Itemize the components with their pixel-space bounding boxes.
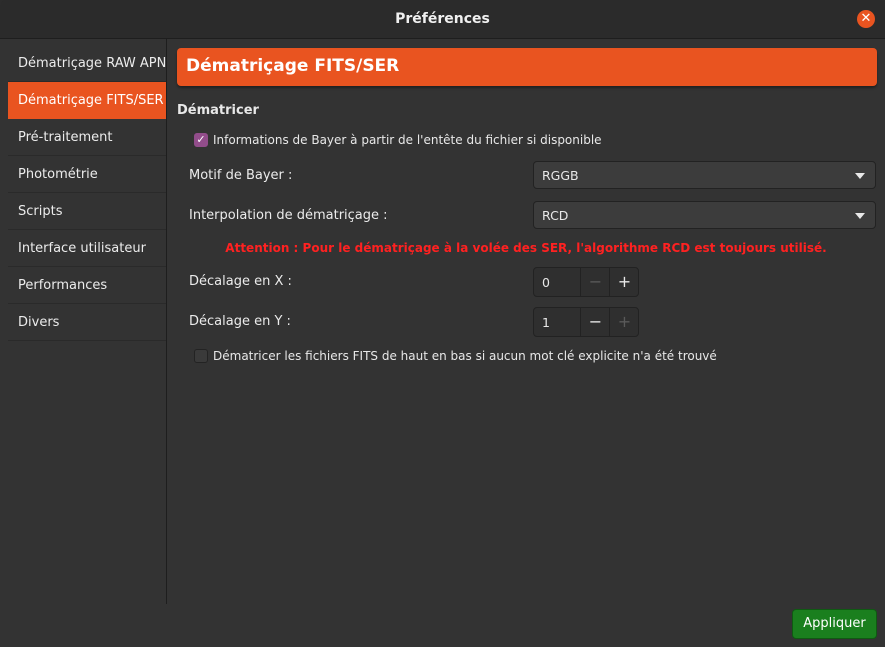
bayer-pattern-value: RGGB <box>542 168 579 183</box>
sidebar-item-fits-ser-demosaicing[interactable]: Dématriçage FITS/SER <box>8 82 166 119</box>
sidebar-item-misc[interactable]: Divers <box>8 304 166 341</box>
sidebar-item-scripts[interactable]: Scripts <box>8 193 166 230</box>
title-bar[interactable]: Préférences ✕ <box>0 0 885 39</box>
sidebar-item-raw-demosaicing[interactable]: Dématriçage RAW APN <box>8 45 166 82</box>
bayer-pattern-label: Motif de Bayer : <box>189 168 293 183</box>
offset-y-spinner[interactable]: 1 − + <box>533 307 639 337</box>
offset-y-label: Décalage en Y : <box>189 314 291 329</box>
bayer-header-checkbox[interactable]: ✓ <box>194 133 208 147</box>
sidebar-item-preprocessing[interactable]: Pré-traitement <box>8 119 166 156</box>
chevron-down-icon <box>855 173 865 179</box>
offset-x-value[interactable]: 0 <box>542 275 550 290</box>
increment-button[interactable]: + <box>609 268 639 296</box>
preferences-window: Préférences ✕ Dématriçage RAW APN Dématr… <box>0 0 885 647</box>
increment-button[interactable]: + <box>609 308 639 336</box>
interpolation-label: Interpolation de dématriçage : <box>189 208 388 223</box>
sidebar: Dématriçage RAW APN Dématriçage FITS/SER… <box>0 39 167 604</box>
checkmark-icon: ✓ <box>196 133 206 146</box>
decrement-button[interactable]: − <box>580 268 610 296</box>
warning-message: Attention : Pour le dématriçage à la vol… <box>225 241 827 255</box>
close-button[interactable]: ✕ <box>857 10 875 28</box>
interpolation-dropdown[interactable]: RCD <box>533 201 876 229</box>
bayer-pattern-dropdown[interactable]: RGGB <box>533 161 876 189</box>
apply-button[interactable]: Appliquer <box>792 609 877 639</box>
flip-fits-checkbox[interactable] <box>194 349 208 363</box>
settings-panel: Dématriçage FITS/SER Dématricer ✓ Inform… <box>167 39 885 604</box>
sidebar-item-performance[interactable]: Performances <box>8 267 166 304</box>
close-icon: ✕ <box>860 11 872 26</box>
sidebar-item-photometry[interactable]: Photométrie <box>8 156 166 193</box>
page-title: Dématriçage FITS/SER <box>186 56 400 76</box>
sidebar-item-user-interface[interactable]: Interface utilisateur <box>8 230 166 267</box>
interpolation-value: RCD <box>542 208 569 223</box>
page-header: Dématriçage FITS/SER <box>177 48 877 86</box>
offset-x-label: Décalage en X : <box>189 274 292 289</box>
offset-y-value[interactable]: 1 <box>542 315 550 330</box>
flip-fits-checkbox-label[interactable]: Dématricer les fichiers FITS de haut en … <box>213 349 717 363</box>
section-title: Dématricer <box>177 103 259 118</box>
offset-x-spinner[interactable]: 0 − + <box>533 267 639 297</box>
chevron-down-icon <box>855 213 865 219</box>
decrement-button[interactable]: − <box>580 308 610 336</box>
sidebar-list: Dématriçage RAW APN Dématriçage FITS/SER… <box>8 45 166 341</box>
window-title: Préférences <box>395 11 490 27</box>
bayer-header-checkbox-label[interactable]: Informations de Bayer à partir de l'entê… <box>213 133 602 147</box>
